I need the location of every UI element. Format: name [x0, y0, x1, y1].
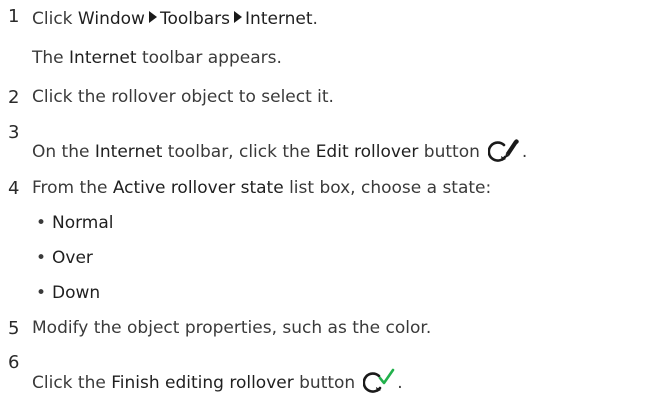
- step-1-text: Click Window Toolbars Internet.: [32, 11, 318, 28]
- step-3-number: 3: [8, 122, 20, 143]
- menu-arrow-icon: [234, 11, 243, 23]
- step-6-suffix: button: [293, 373, 356, 393]
- option-over: • Over: [36, 250, 93, 267]
- step-1-result: The Internet toolbar appears.: [32, 50, 282, 67]
- bullet-icon: •: [36, 283, 47, 303]
- option-normal: • Normal: [36, 215, 114, 232]
- menu-internet: Internet: [245, 9, 313, 29]
- step-4-text: From the Active rollover state list box,…: [32, 180, 491, 197]
- step-3-prefix: On the: [32, 142, 95, 162]
- step-4-ui-active-rollover-state: Active rollover state: [112, 178, 284, 198]
- bullet-icon: •: [36, 248, 47, 268]
- step-3-end: .: [521, 142, 528, 162]
- step-4-suffix: list box, choose a state:: [283, 178, 492, 198]
- step-3-ui-internet: Internet: [94, 142, 163, 162]
- bullet-icon: •: [36, 213, 47, 233]
- step-3-text: On the Internet toolbar, click the Edit …: [32, 137, 527, 167]
- step-4-number: 4: [8, 178, 20, 199]
- step-6-end: .: [397, 373, 403, 393]
- menu-toolbars: Toolbars: [159, 9, 231, 29]
- edit-rollover-icon: [487, 137, 522, 167]
- step-1-result-suffix: toolbar appears.: [136, 48, 282, 68]
- step-1-suffix: .: [312, 9, 318, 29]
- step-2-text: Click the rollover object to select it.: [32, 87, 334, 107]
- step-6-number: 6: [8, 352, 20, 373]
- step-1-prefix: Click: [32, 9, 78, 29]
- step-1-result-ui: Internet: [69, 48, 137, 68]
- step-5-number: 5: [8, 318, 20, 339]
- step-4-prefix: From the: [32, 178, 113, 198]
- menu-arrow-icon: [148, 11, 157, 23]
- procedure-document: 1 Click Window Toolbars Internet. The Inte…: [0, 0, 668, 418]
- option-label: Over: [52, 248, 93, 268]
- step-1-result-prefix: The: [32, 48, 70, 68]
- finish-editing-rollover-icon: [362, 368, 397, 398]
- step-2-number: 2: [8, 87, 20, 108]
- option-label: Normal: [52, 213, 114, 233]
- step-3-suffix: button: [418, 142, 480, 162]
- option-label: Down: [52, 283, 101, 303]
- menu-window: Window: [77, 9, 145, 29]
- step-1-number: 1: [8, 6, 20, 27]
- step-5-text: Modify the object properties, such as th…: [32, 318, 432, 338]
- step-6-prefix: Click the: [32, 373, 112, 393]
- step-3-middle: toolbar, click the: [162, 142, 316, 162]
- step-6-text: Click the Finish editing rollover button…: [32, 368, 403, 398]
- option-down: • Down: [36, 285, 100, 302]
- step-3-ui-edit-rollover: Edit rollover: [315, 142, 419, 162]
- step-6-ui-finish-editing-rollover: Finish editing rollover: [111, 373, 294, 393]
